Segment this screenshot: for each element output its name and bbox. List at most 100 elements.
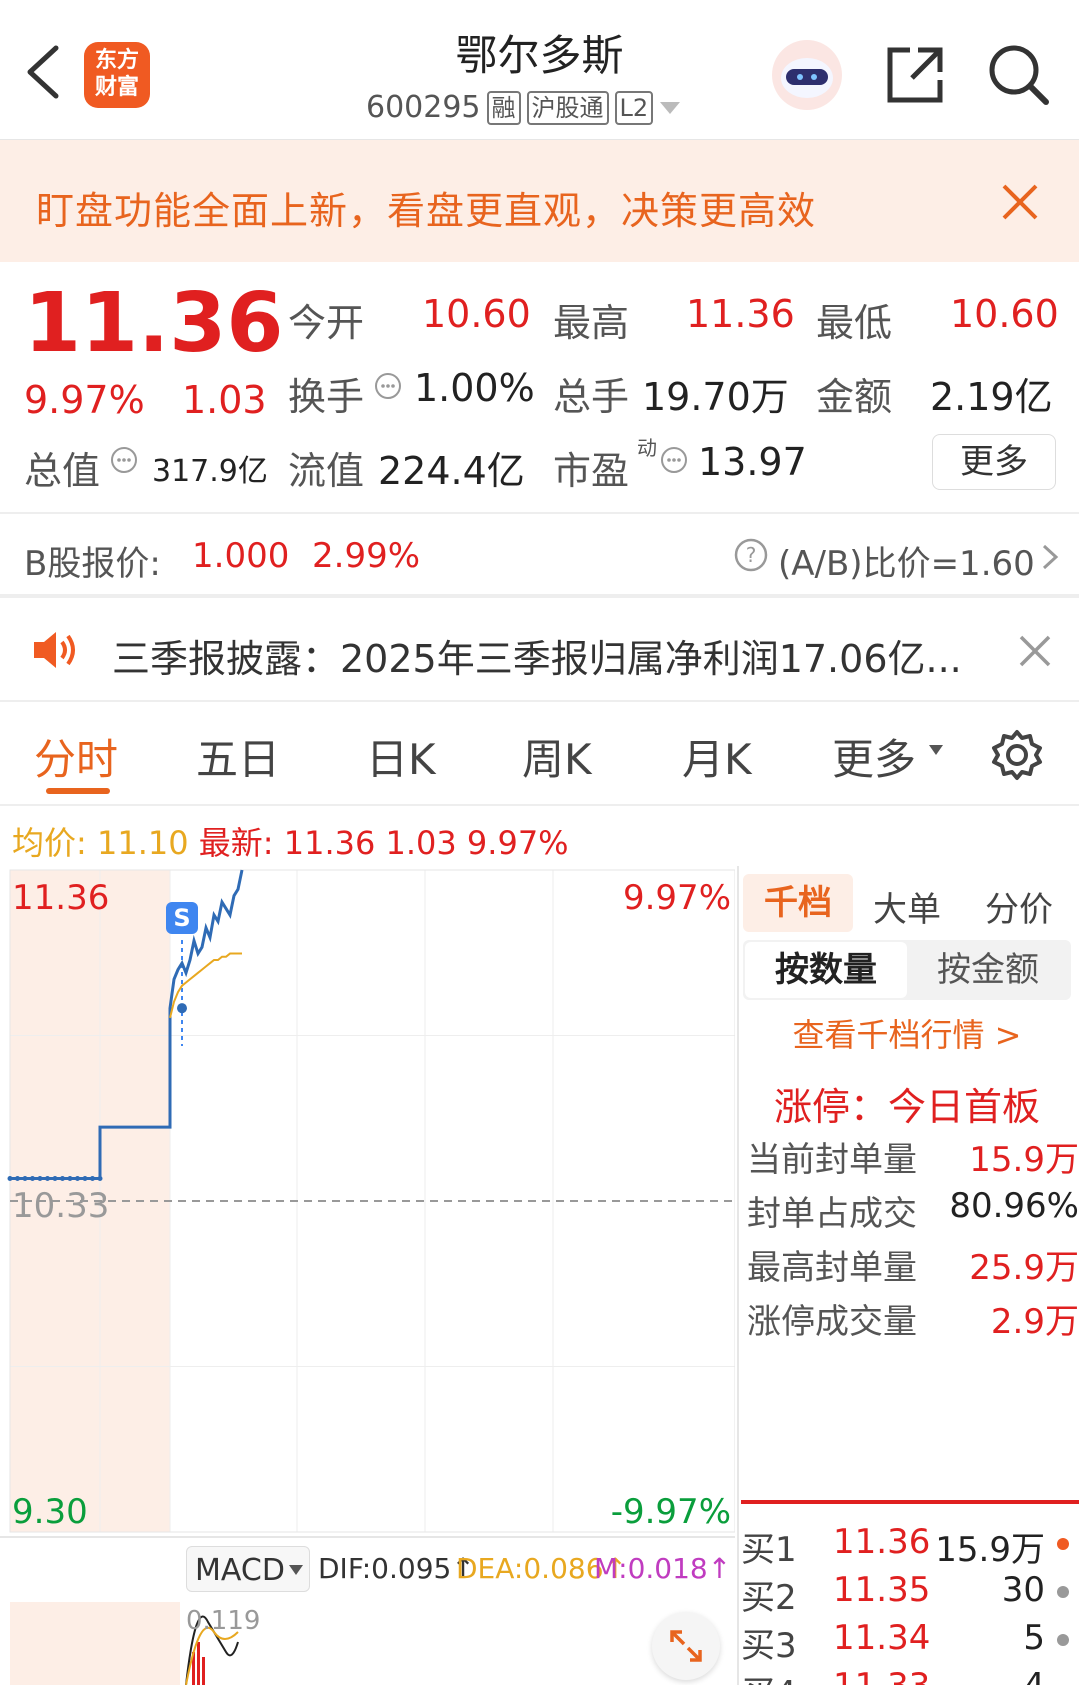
tab-five-day[interactable]: 五日 (196, 726, 280, 787)
bid-ask-divider (741, 1500, 1079, 1504)
price-point (67, 1176, 73, 1182)
latest-value: 11.36 (283, 824, 376, 862)
tab-intraday[interactable]: 分时 (34, 726, 118, 787)
low-label: 最低 (816, 301, 893, 345)
bid-volume: 4 (1023, 1666, 1045, 1685)
latest-label: 最新: (198, 824, 274, 862)
bid-row[interactable]: 买2 11.35 30 (741, 1570, 1079, 1618)
right-panel: 千档 大单 分价 按数量 按金额 查看千档行情 > 涨停：今日首板 当前封单量 … (735, 866, 1079, 1685)
low-value: 10.60 (950, 292, 1059, 336)
mktcap-label: 总值 (24, 449, 101, 493)
stat-row: 最高封单量 25.9万 (747, 1240, 1079, 1289)
bid-volume: 5 (1023, 1618, 1045, 1658)
tag-connect: 沪股通 (526, 90, 609, 125)
pe-value: 13.97 (698, 440, 807, 484)
speaker-icon (34, 632, 75, 668)
promo-banner[interactable]: 盯盘功能全面上新，看盘更直观，决策更高效 (0, 140, 1079, 262)
intraday-chart[interactable]: 11.36 10.33 9.30 9.97% -9.97% S (0, 866, 736, 1536)
stat-label: 当前封单量 (747, 1140, 917, 1180)
pe-label: 市盈 (553, 449, 630, 493)
info-dots-icon[interactable] (110, 446, 138, 474)
bid-price: 11.34 (833, 1618, 931, 1658)
gear-icon[interactable] (990, 728, 1044, 782)
dropdown-icon[interactable] (928, 744, 944, 756)
stat-value: 2.9万 (990, 1302, 1079, 1342)
top-header: 东方 财富 鄂尔多斯 600295 融 沪股通 L2 (0, 0, 1079, 140)
macd-chart: 0.119 (10, 1602, 735, 1685)
price-point (30, 1176, 35, 1182)
price-point (15, 1176, 20, 1182)
float-label: 流值 (288, 449, 365, 493)
chevron-right-icon[interactable] (1040, 542, 1060, 572)
tab-more[interactable]: 更多 (832, 726, 916, 787)
macd-m: M:0.018↑ (594, 1552, 732, 1585)
price-point (7, 1176, 13, 1182)
tag-margin: 融 (486, 90, 521, 125)
tab-price-dist[interactable]: 分价 (985, 882, 1053, 931)
volume-label: 总手 (553, 375, 630, 419)
y-mid-label: 10.33 (12, 1186, 110, 1226)
limit-up-title: 涨停：今日首板 (773, 1085, 1040, 1129)
bid-row[interactable]: 买3 11.34 5 (741, 1618, 1079, 1666)
bid-row[interactable]: 买4 11.33 4 (741, 1666, 1079, 1685)
price-point (45, 1176, 50, 1182)
stat-row: 涨停成交量 2.9万 (747, 1294, 1079, 1343)
price-point (37, 1176, 43, 1182)
bid-dot (1057, 1586, 1069, 1598)
more-button[interactable]: 更多 (932, 434, 1056, 490)
bid-volume: 30 (1001, 1570, 1045, 1610)
amount-value: 2.19亿 (930, 375, 1053, 419)
subtab-by-quantity[interactable]: 按数量 (745, 942, 907, 998)
expand-button[interactable] (652, 1612, 720, 1680)
stat-label: 涨停成交量 (747, 1302, 917, 1342)
open-value: 10.60 (422, 292, 531, 336)
close-icon[interactable] (1000, 182, 1040, 222)
bid-row[interactable]: 买1 11.36 15.9万 (741, 1522, 1079, 1570)
tab-monthly-k[interactable]: 月K (682, 726, 752, 787)
current-price: 11.36 (24, 276, 284, 371)
divider (0, 700, 1079, 702)
macd-value-label: 0.119 (186, 1606, 261, 1636)
info-dots-icon[interactable] (660, 446, 688, 474)
bid-dot (1057, 1538, 1069, 1550)
dropdown-icon[interactable] (659, 100, 681, 116)
price-point (97, 1176, 103, 1182)
tab-big-orders[interactable]: 大单 (873, 882, 941, 931)
view-order-book-link[interactable]: 查看千档行情 > (735, 1010, 1079, 1056)
pct-top-label: 9.97% (622, 878, 731, 918)
bid-label: 买4 (741, 1666, 797, 1685)
subtab-by-amount[interactable]: 按金额 (907, 942, 1069, 998)
stat-label: 封单占成交 (747, 1194, 917, 1234)
macd-selector[interactable]: MACD (186, 1546, 310, 1592)
tag-l2: L2 (614, 90, 654, 125)
notice-text[interactable]: 三季报披露：2025年三季报归属净利润17.06亿... (112, 628, 962, 683)
bid-label: 买2 (741, 1578, 797, 1618)
divider (0, 1536, 735, 1538)
close-icon[interactable] (1018, 634, 1052, 668)
y-bottom-label: 9.30 (12, 1492, 88, 1532)
ab-ratio[interactable]: (A/B)比价=1.60 (778, 536, 1035, 585)
robot-assistant-icon[interactable] (770, 38, 844, 112)
signal-marker[interactable]: S (166, 902, 198, 934)
expand-icon (670, 1630, 702, 1662)
tab-weekly-k[interactable]: 周K (522, 726, 592, 787)
price-point (22, 1176, 28, 1182)
search-icon[interactable] (986, 42, 1052, 108)
panel-divider (737, 866, 739, 1685)
change-value: 1.03 (182, 378, 267, 422)
latest-change: 1.03 (385, 824, 457, 862)
stock-code: 600295 (366, 90, 481, 125)
pe-superscript: 动 (637, 436, 657, 460)
svg-text:?: ? (746, 543, 757, 567)
bid-volume: 15.9万 (935, 1530, 1045, 1570)
stock-code-line[interactable]: 600295 融 沪股通 L2 (366, 90, 681, 125)
bid-label: 买3 (741, 1626, 797, 1666)
divider (0, 804, 1079, 806)
macd-label: MACD (195, 1553, 285, 1588)
tab-daily-k[interactable]: 日K (366, 726, 436, 787)
help-icon[interactable]: ? (734, 538, 768, 572)
info-dots-icon[interactable] (374, 372, 402, 400)
share-icon[interactable] (884, 44, 946, 106)
stat-value: 80.96% (949, 1186, 1079, 1226)
tab-order-book[interactable]: 千档 (743, 874, 853, 932)
